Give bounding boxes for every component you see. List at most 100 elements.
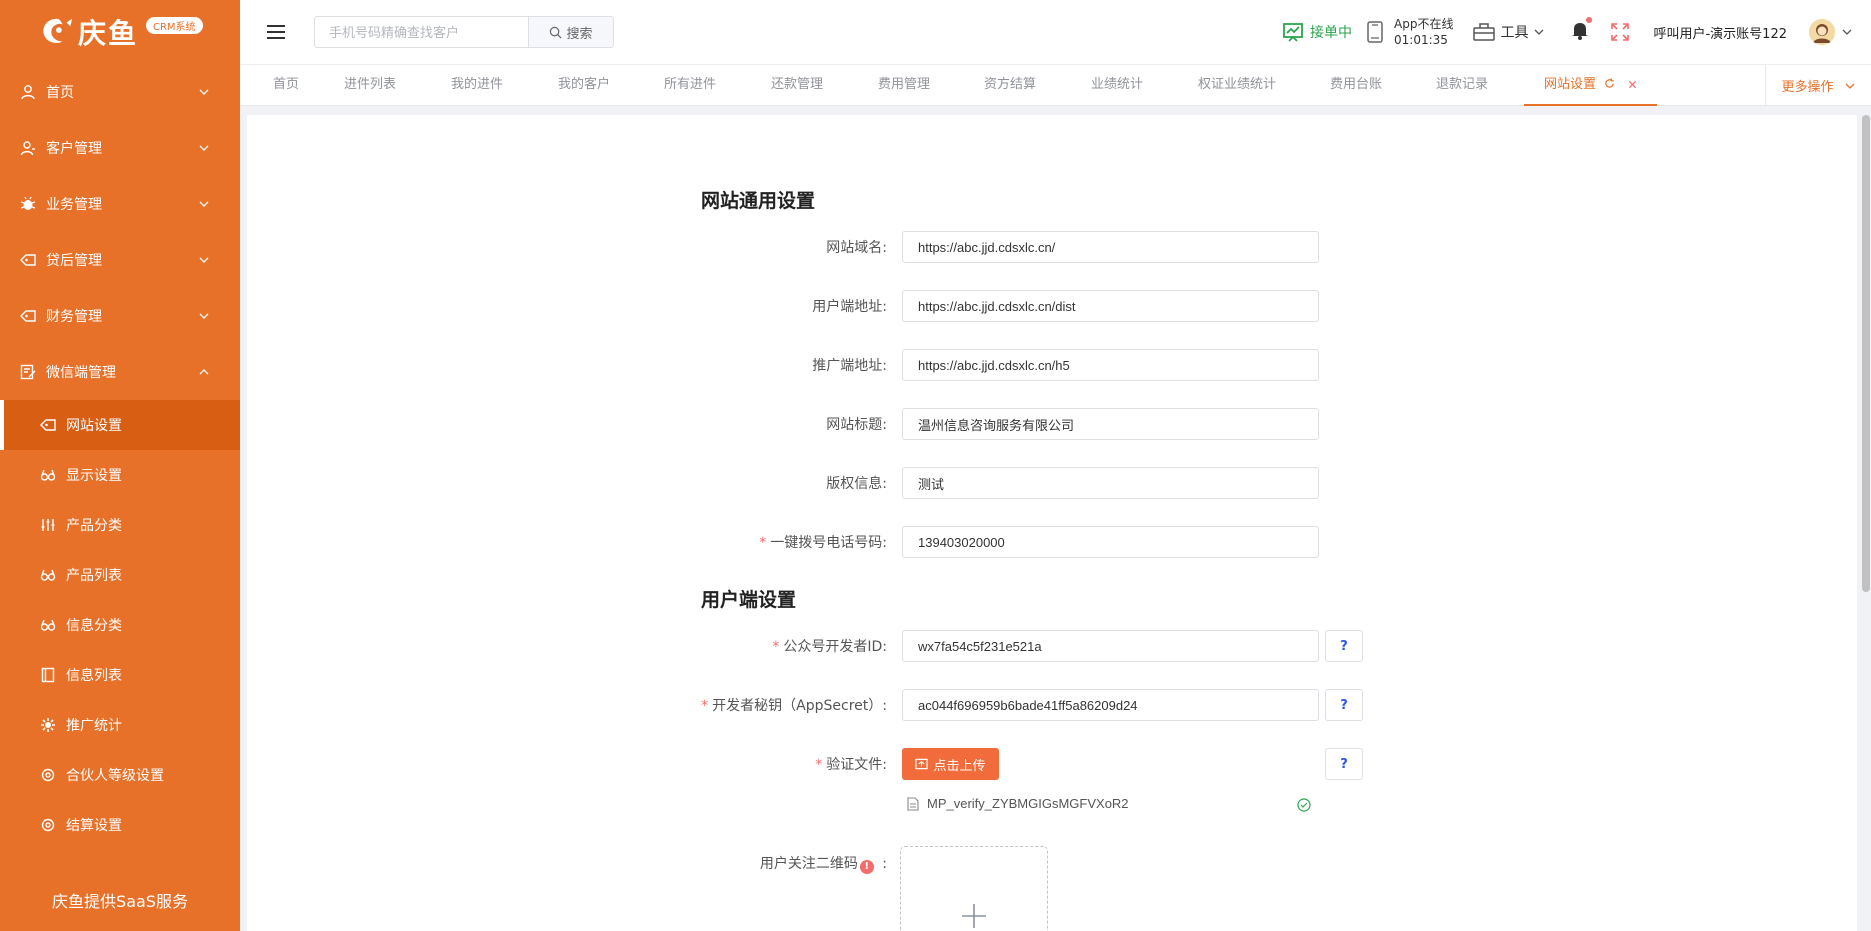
- label-text: 用户关注二维码: [759, 856, 858, 872]
- more-actions-menu[interactable]: 更多操作: [1765, 65, 1871, 106]
- appid-help-button[interactable]: ?: [1325, 630, 1363, 662]
- submenu-item-product-category[interactable]: 产品分类: [0, 500, 240, 550]
- chevron-down-icon: [199, 313, 209, 319]
- bug-icon: [20, 196, 36, 212]
- submenu-label: 产品分类: [66, 518, 122, 534]
- more-actions-label: 更多操作: [1781, 80, 1834, 95]
- label-text: 验证文件:: [826, 757, 887, 773]
- required-mark: *: [772, 639, 780, 655]
- chevron-down-icon: [199, 201, 209, 207]
- menu-item-business[interactable]: 业务管理: [0, 176, 240, 232]
- bell-icon: [1572, 23, 1589, 40]
- search-input[interactable]: [314, 16, 529, 48]
- tab-warrant-performance[interactable]: 权证业绩统计: [1198, 65, 1276, 106]
- crm-badge: CRM系统: [146, 17, 203, 34]
- gear-icon: [40, 717, 56, 733]
- tab-home[interactable]: 首页: [273, 65, 299, 106]
- domain-field[interactable]: [902, 231, 1319, 263]
- submenu-item-product-list[interactable]: 产品列表: [0, 550, 240, 600]
- submenu-item-display-settings[interactable]: 显示设置: [0, 450, 240, 500]
- fish-logo-icon: [43, 18, 73, 43]
- section-title-client: 用户端设置: [701, 589, 797, 611]
- tools-menu[interactable]: 工具: [1473, 22, 1545, 42]
- phone-field[interactable]: [902, 526, 1319, 558]
- hamburger-icon[interactable]: [264, 20, 288, 44]
- toolbox-icon: [1473, 23, 1496, 41]
- notification-dot: [1586, 17, 1593, 23]
- avatar[interactable]: [1809, 19, 1835, 45]
- tab-repayment[interactable]: 还款管理: [771, 65, 823, 106]
- menu-item-finance[interactable]: 财务管理: [0, 288, 240, 344]
- site-title-field[interactable]: [902, 408, 1319, 440]
- verify-help-button[interactable]: ?: [1325, 748, 1363, 780]
- chevron-down-icon: [199, 257, 209, 263]
- appid-field[interactable]: [902, 630, 1319, 662]
- submenu-item-settlement[interactable]: 结算设置: [0, 800, 240, 850]
- tab-all-applications[interactable]: 所有进件: [664, 65, 716, 106]
- submenu-item-site-settings[interactable]: 网站设置: [0, 400, 240, 450]
- tab-refunds[interactable]: 退款记录: [1436, 65, 1488, 106]
- tab-my-customers[interactable]: 我的客户: [558, 65, 610, 106]
- upload-button-label: 点击上传: [933, 758, 986, 774]
- label-colon: :: [882, 856, 887, 872]
- fullscreen-icon[interactable]: [1611, 23, 1630, 41]
- close-icon[interactable]: [1628, 80, 1637, 89]
- tab-site-settings[interactable]: 网站设置: [1524, 65, 1658, 106]
- label-verify-file: * 验证文件:: [627, 754, 887, 774]
- search-button[interactable]: 搜索: [529, 16, 614, 48]
- submenu-item-info-list[interactable]: 信息列表: [0, 650, 240, 700]
- user-icon: [20, 84, 36, 100]
- qr-code-upload[interactable]: [900, 846, 1048, 931]
- label-qr-code: 用户关注二维码! :: [627, 853, 887, 874]
- client-url-field[interactable]: [902, 290, 1319, 322]
- upload-button[interactable]: 点击上传: [902, 748, 999, 780]
- submenu-label: 显示设置: [66, 468, 122, 484]
- tab-fees[interactable]: 费用管理: [878, 65, 930, 106]
- menu-label: 财务管理: [46, 309, 102, 325]
- submenu-item-promo-stats[interactable]: 推广统计: [0, 700, 240, 750]
- app-status-text: App不在线: [1394, 17, 1454, 31]
- secret-field[interactable]: [902, 689, 1319, 721]
- chevron-down-icon: [199, 145, 209, 151]
- menu-item-home[interactable]: 首页: [0, 64, 240, 120]
- settings-icon: [40, 767, 56, 783]
- menu-label: 首页: [46, 85, 74, 101]
- tab-my-applications[interactable]: 我的进件: [451, 65, 503, 106]
- submenu-item-info-category[interactable]: 信息分类: [0, 600, 240, 650]
- warning-icon[interactable]: !: [859, 860, 874, 874]
- uploaded-file[interactable]: MP_verify_ZYBMGIGsMGFVXoR2: [907, 796, 1129, 811]
- label-text: 开发者秘钥（AppSecret）:: [712, 698, 887, 714]
- copyright-field[interactable]: [902, 467, 1319, 499]
- chart-icon: [1283, 23, 1303, 42]
- menu-item-customers[interactable]: 客户管理: [0, 120, 240, 176]
- settings-icon: [40, 817, 56, 833]
- tab-fee-ledger[interactable]: 费用台账: [1330, 65, 1382, 106]
- book-icon: [40, 667, 56, 683]
- chevron-down-icon[interactable]: [1841, 26, 1853, 38]
- submenu-label: 合伙人等级设置: [66, 768, 164, 784]
- phone-icon: [1367, 21, 1383, 43]
- app-status-time: 01:01:35: [1394, 33, 1448, 47]
- chevron-down-icon: [199, 89, 209, 95]
- upload-icon: [915, 758, 929, 770]
- tab-funder-settlement[interactable]: 资方结算: [984, 65, 1036, 106]
- glasses-icon: [40, 467, 56, 483]
- secret-help-button[interactable]: ?: [1325, 689, 1363, 721]
- tag-icon: [40, 417, 56, 433]
- promo-url-field[interactable]: [902, 349, 1319, 381]
- notifications-button[interactable]: [1571, 17, 1593, 44]
- label-text: 公众号开发者ID:: [783, 639, 887, 655]
- scrollbar[interactable]: [1862, 115, 1870, 592]
- menu-item-wechat[interactable]: 微信端管理: [0, 344, 240, 400]
- tab-performance[interactable]: 业绩统计: [1091, 65, 1143, 106]
- menu-item-post-loan[interactable]: 贷后管理: [0, 232, 240, 288]
- tab-application-list[interactable]: 进件列表: [344, 65, 396, 106]
- plus-icon: [962, 904, 986, 928]
- accept-orders-toggle[interactable]: 接单中: [1282, 21, 1352, 43]
- chevron-down-icon: [1845, 83, 1854, 89]
- submenu-item-partner-level[interactable]: 合伙人等级设置: [0, 750, 240, 800]
- sliders-icon: [40, 517, 56, 533]
- sidebar-footer: 庆鱼提供SaaS服务: [52, 892, 188, 911]
- tools-label: 工具: [1500, 25, 1529, 41]
- refresh-icon[interactable]: [1604, 78, 1615, 89]
